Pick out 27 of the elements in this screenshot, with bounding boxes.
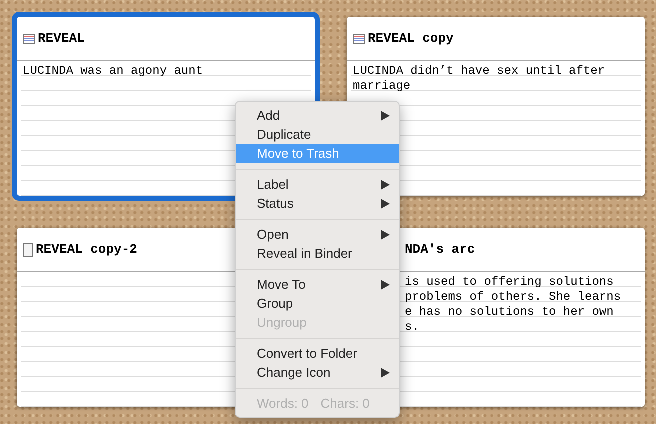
card-text-line: LUCINDA was an agony aunt — [23, 64, 204, 79]
index-card-icon — [23, 34, 35, 44]
menu-item[interactable]: Add — [236, 106, 399, 125]
word-count: Words: 0 — [257, 394, 309, 413]
char-count: Chars: 0 — [320, 394, 370, 413]
document-icon — [23, 242, 33, 256]
menu-item[interactable]: Convert to Folder — [236, 344, 399, 363]
menu-item[interactable]: Open — [236, 225, 399, 244]
menu-item: Ungroup — [256, 314, 308, 332]
menu-item[interactable]: Reveal in Binder — [236, 244, 399, 263]
card-text-line: problems of others. She learns — [405, 290, 622, 305]
menu-item[interactable]: Status — [236, 194, 399, 213]
menu-item[interactable]: Label — [236, 175, 399, 194]
menu-item[interactable]: Change Icon — [236, 363, 399, 382]
card-title: REVEAL — [38, 30, 85, 48]
card-title: REVEAL copy — [368, 30, 454, 48]
menu-item[interactable]: Move To — [236, 275, 399, 294]
card-text-line: LUCINDA didn’t have sex until after — [353, 64, 606, 79]
card-title: REVEAL copy-2 — [36, 240, 138, 259]
card-text-line: s. — [405, 320, 420, 335]
card-title: NDA's arc — [405, 240, 476, 259]
menu-item[interactable]: Duplicate — [236, 125, 399, 144]
card-text-line: e has no solutions to her own — [405, 305, 614, 320]
index-card-icon — [353, 34, 365, 44]
menu-item[interactable]: Group — [236, 294, 399, 313]
card-text-line: marriage — [353, 79, 411, 94]
card-text-line: is used to offering solutions — [405, 275, 614, 290]
